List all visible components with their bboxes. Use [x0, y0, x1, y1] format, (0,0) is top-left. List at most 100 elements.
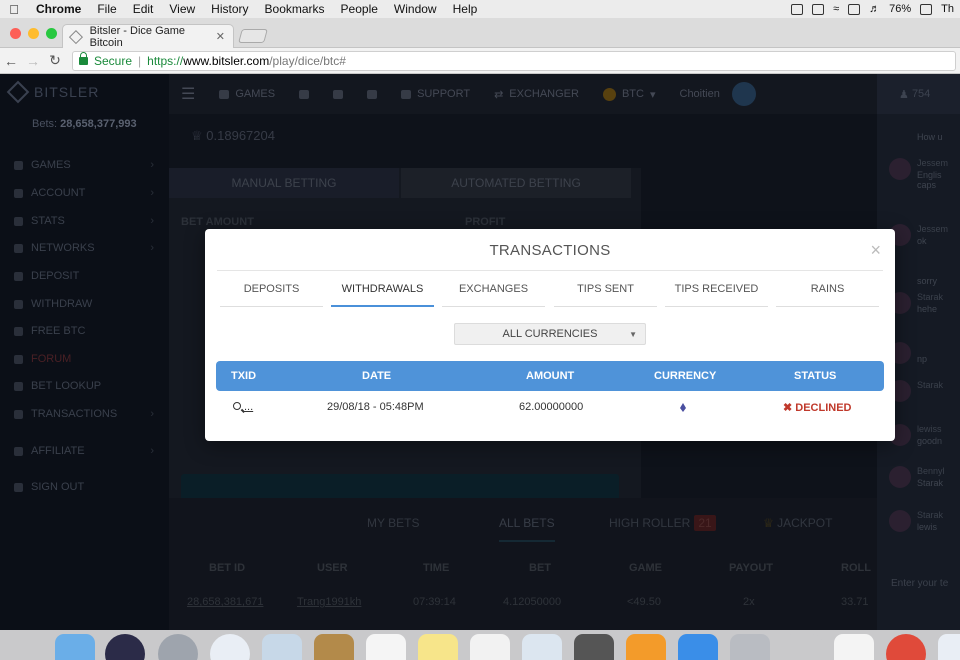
battery-icon[interactable]: [920, 3, 933, 15]
notes-icon[interactable]: [418, 634, 458, 660]
ibooks-icon[interactable]: [626, 634, 666, 660]
sidebar-label: STATS: [31, 215, 65, 227]
chat-username[interactable]: Jessem: [917, 224, 948, 234]
sidebar-item-withdraw[interactable]: WITHDRAW: [14, 295, 154, 313]
menu-view[interactable]: View: [161, 2, 203, 16]
chat-username[interactable]: lewiss: [917, 424, 942, 434]
site-logo[interactable]: BITSLER: [6, 80, 99, 104]
deposit-icon: [14, 271, 23, 281]
menu-people[interactable]: People: [333, 2, 386, 16]
sidebar-item-affiliate[interactable]: AFFILIATE ›: [14, 442, 154, 460]
chat-username[interactable]: Jessem: [917, 158, 948, 168]
teamviewer-icon[interactable]: [791, 3, 804, 15]
new-tab-button[interactable]: [238, 29, 268, 43]
sidebar-label: AFFILIATE: [31, 445, 85, 457]
search-icon: [233, 402, 241, 410]
menu-help[interactable]: Help: [445, 2, 486, 16]
finder-icon[interactable]: [55, 634, 95, 660]
close-window-button[interactable]: [10, 28, 21, 39]
url-separator: |: [138, 54, 142, 68]
tab-rains[interactable]: RAINS: [776, 283, 879, 307]
chevron-right-icon: ›: [150, 159, 154, 171]
sidebar-item-deposit[interactable]: DEPOSIT: [14, 267, 154, 285]
sidebar-item-networks[interactable]: NETWORKS ›: [14, 239, 154, 257]
itunes-icon[interactable]: [834, 634, 874, 660]
lock-icon: [79, 52, 88, 65]
reminders-icon[interactable]: [470, 634, 510, 660]
sidebar-label: FORUM: [31, 353, 72, 365]
avatar[interactable]: [889, 466, 911, 488]
tab-tips-received[interactable]: TIPS RECEIVED: [665, 283, 768, 307]
menu-chrome[interactable]: Chrome: [28, 2, 89, 16]
sidebar-label: WITHDRAW: [31, 298, 93, 310]
menu-bookmarks[interactable]: Bookmarks: [257, 2, 333, 16]
chat-message: Jessem Englis caps: [889, 158, 959, 190]
sidebar-item-sign-out[interactable]: SIGN OUT: [14, 478, 154, 496]
minimize-window-button[interactable]: [28, 28, 39, 39]
url-protocol: https://: [147, 54, 184, 68]
menu-file[interactable]: File: [89, 2, 124, 16]
battery-percent[interactable]: 76%: [889, 3, 911, 15]
forward-arrow-icon[interactable]: →: [22, 53, 44, 69]
siri-icon[interactable]: [105, 634, 145, 660]
avatar[interactable]: [889, 510, 911, 532]
launchpad-icon[interactable]: [158, 634, 198, 660]
sidebar-item-transactions[interactable]: TRANSACTIONS ›: [14, 405, 154, 423]
col-txid: TXID: [231, 370, 257, 382]
mail-icon[interactable]: [262, 634, 302, 660]
sidebar-item-account[interactable]: ACCOUNT ›: [14, 184, 154, 202]
chat-username[interactable]: Starak: [917, 292, 943, 302]
sidebar-item-free-btc[interactable]: FREE BTC: [14, 322, 154, 340]
chat-input[interactable]: Enter your te: [891, 578, 960, 600]
back-arrow-icon[interactable]: ←: [0, 53, 22, 69]
contacts-icon[interactable]: [314, 634, 354, 660]
safari-icon[interactable]: [210, 634, 250, 660]
col-amount: AMOUNT: [526, 370, 575, 382]
tab-withdrawals[interactable]: WITHDRAWALS: [331, 283, 434, 307]
volume-icon[interactable]: ♬: [869, 3, 880, 15]
sidebar-item-bet-lookup[interactable]: BET LOOKUP: [14, 377, 154, 395]
app-store-icon[interactable]: [678, 634, 718, 660]
tab-tips-sent[interactable]: TIPS SENT: [554, 283, 657, 307]
apple-menu-icon[interactable]: : [0, 2, 28, 17]
chat-username[interactable]: Starak: [917, 510, 943, 520]
txid-link[interactable]: ...: [233, 401, 253, 413]
photos-icon[interactable]: [522, 634, 562, 660]
dock-app-icon[interactable]: [938, 634, 960, 660]
sidebar-item-stats[interactable]: STATS ›: [14, 212, 154, 230]
browser-tab[interactable]: Bitsler - Dice Game Bitcoin ✕: [62, 24, 234, 49]
account-icon: [14, 188, 23, 198]
reload-icon[interactable]: ↻: [44, 52, 66, 69]
close-icon[interactable]: ×: [870, 240, 881, 261]
chevron-right-icon: ›: [150, 215, 154, 227]
user-initial[interactable]: Th: [941, 3, 954, 15]
tab-deposits[interactable]: DEPOSITS: [220, 283, 323, 307]
airplay-icon[interactable]: [848, 3, 861, 15]
currency-filter-select[interactable]: ALL CURRENCIES ▼: [454, 323, 646, 345]
chrome-tab-strip: Bitsler - Dice Game Bitcoin ✕: [0, 18, 960, 49]
chat-username[interactable]: Bennyl: [917, 466, 945, 476]
sidebar-item-games[interactable]: GAMES ›: [14, 156, 154, 174]
close-tab-icon[interactable]: ✕: [216, 30, 225, 43]
timemachine-icon[interactable]: [812, 3, 825, 15]
bluetooth-icon[interactable]: [782, 634, 822, 660]
calendar-icon[interactable]: [366, 634, 406, 660]
sidebar-item-forum[interactable]: FORUM: [14, 350, 154, 368]
chat-username[interactable]: Starak: [917, 380, 943, 390]
tab-exchanges[interactable]: EXCHANGES: [442, 283, 545, 307]
sidebar-label: FREE BTC: [31, 325, 86, 337]
omnibox[interactable]: Secure | https:// www.bitsler.com /play/…: [72, 51, 956, 71]
avatar[interactable]: [889, 158, 911, 180]
installer-icon[interactable]: [730, 634, 770, 660]
chrome-icon[interactable]: [886, 634, 926, 660]
zoom-window-button[interactable]: [46, 28, 57, 39]
online-count: 754: [911, 88, 931, 100]
system-preferences-icon[interactable]: [574, 634, 614, 660]
menu-history[interactable]: History: [203, 2, 256, 16]
menu-window[interactable]: Window: [386, 2, 445, 16]
wifi-icon[interactable]: ≈: [833, 3, 839, 15]
url-host: www.bitsler.com: [183, 54, 270, 68]
sidebar-label: DEPOSIT: [31, 270, 80, 282]
sidebar-label: ACCOUNT: [31, 187, 86, 199]
menu-edit[interactable]: Edit: [125, 2, 162, 16]
